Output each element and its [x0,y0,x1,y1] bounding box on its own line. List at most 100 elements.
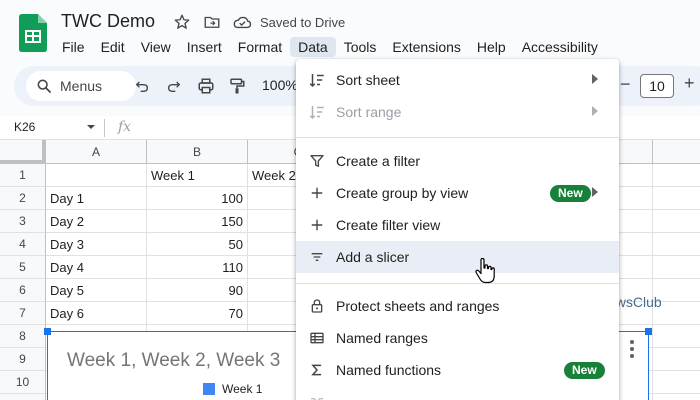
menu-item-named-ranges[interactable]: Named ranges [296,322,619,354]
sigma-icon [308,361,326,379]
menu-item-create-filter-view[interactable]: Create filter view [296,209,619,241]
chevron-down-icon[interactable] [86,122,96,132]
grid-cell[interactable]: Day 3 [46,233,147,256]
font-size-input[interactable]: 10 [640,74,674,98]
row-header[interactable]: 5 [0,256,46,279]
row-header[interactable]: 11 [0,394,46,400]
menu-edit[interactable]: Edit [93,37,133,57]
grid-cell[interactable]: Day 1 [46,187,147,210]
grid-cell[interactable] [653,164,700,187]
row-header[interactable]: 8 [0,325,46,348]
search-menus-button[interactable]: Menus [26,71,136,101]
menu-item-label: Create group by view [336,185,469,201]
name-box[interactable]: K26 [14,120,35,134]
menu-item-named-functions[interactable]: Named functions New [296,354,619,386]
menu-item-label: Sort range [336,104,402,120]
menu-help[interactable]: Help [469,37,514,57]
grid-cell[interactable] [46,164,147,187]
menu-item-create-group-by-view[interactable]: Create group by view New [296,177,619,209]
grid-cell[interactable] [653,187,700,210]
chart-resize-handle[interactable] [645,328,652,335]
row-header[interactable]: 6 [0,279,46,302]
sheets-logo-icon[interactable] [19,14,47,52]
chart-title: Week 1, Week 2, Week 3 [67,350,281,371]
menu-item-label: Named ranges [336,330,428,346]
undo-icon[interactable] [132,76,152,96]
data-menu-dropdown: Sort sheet Sort range Create a filter Cr… [296,59,619,400]
menubar: File Edit View Insert Format Data Tools … [54,36,606,58]
row-header[interactable]: 3 [0,210,46,233]
menu-format[interactable]: Format [230,37,290,57]
grid-cell[interactable]: Day 5 [46,279,147,302]
menu-item-sort-sheet[interactable]: Sort sheet [296,64,619,96]
legend-swatch [203,383,215,395]
row-header[interactable]: 4 [0,233,46,256]
menu-insert[interactable]: Insert [179,37,230,57]
menu-item-label: Add a slicer [336,249,410,265]
menu-item-partial[interactable] [296,386,619,400]
menu-item-create-filter[interactable]: Create a filter [296,145,619,177]
menu-extensions[interactable]: Extensions [384,37,468,57]
row-header[interactable]: 9 [0,348,46,371]
grid-cell[interactable] [653,210,700,233]
grid-cell[interactable]: Week 1 [147,164,248,187]
grid-cell[interactable] [653,371,700,394]
plus-icon [308,216,326,234]
chart-resize-handle[interactable] [44,328,51,335]
menu-item-protect-sheets[interactable]: Protect sheets and ranges [296,290,619,322]
lock-icon [308,297,326,315]
increase-font-size-button[interactable]: + [684,73,695,94]
grid-cell[interactable]: 110 [147,256,248,279]
cloud-check-icon[interactable] [232,12,252,32]
grid-cell[interactable]: 150 [147,210,248,233]
menu-accessibility[interactable]: Accessibility [514,37,606,57]
menu-tools[interactable]: Tools [336,37,385,57]
zoom-select[interactable]: 100% [262,77,298,93]
search-icon [37,79,51,93]
grid-cell[interactable]: Day 2 [46,210,147,233]
row-header[interactable]: 10 [0,371,46,394]
grid-cell[interactable]: Day 4 [46,256,147,279]
row-header[interactable]: 1 [0,164,46,187]
menu-data[interactable]: Data [290,37,336,57]
column-header[interactable] [653,140,700,164]
menu-item-label: Sort sheet [336,72,400,88]
randomize-icon [308,393,326,400]
decrease-font-size-button[interactable]: − [620,74,631,95]
move-folder-icon[interactable] [202,12,222,32]
grid-cell[interactable]: 90 [147,279,248,302]
column-header-a[interactable]: A [46,140,147,164]
print-icon[interactable] [196,76,216,96]
submenu-arrow-icon [592,187,598,197]
menu-divider [296,137,619,138]
table-icon [308,329,326,347]
chart-more-icon[interactable] [630,340,634,358]
paint-format-icon[interactable] [227,76,247,96]
menu-item-sort-range: Sort range [296,96,619,128]
row-header[interactable]: 7 [0,302,46,325]
grid-cell[interactable]: 50 [147,233,248,256]
menu-item-add-slicer[interactable]: Add a slicer [296,241,619,273]
grid-cell[interactable]: Day 6 [46,302,147,325]
grid-cell[interactable]: 100 [147,187,248,210]
doc-title[interactable]: TWC Demo [61,11,155,32]
fx-icon: fx [118,119,132,135]
legend-label: Week 1 [222,382,263,396]
menu-file[interactable]: File [54,37,93,57]
sheets-window: TWC Demo Saved to Drive File Edit View I… [0,0,700,400]
row-header[interactable]: 2 [0,187,46,210]
menu-item-label: Create filter view [336,217,441,233]
column-header-b[interactable]: B [147,140,248,164]
grid-cell[interactable] [653,325,700,348]
redo-icon[interactable] [164,76,184,96]
grid-cell[interactable]: 70 [147,302,248,325]
sort-icon [308,103,326,121]
select-all-corner[interactable] [0,140,46,164]
star-icon[interactable] [172,12,192,32]
menu-view[interactable]: View [133,37,179,57]
grid-cell[interactable] [653,233,700,256]
grid-cell[interactable] [653,394,700,400]
grid-cell[interactable] [653,256,700,279]
grid-cell[interactable] [653,348,700,371]
submenu-arrow-icon [592,74,598,84]
